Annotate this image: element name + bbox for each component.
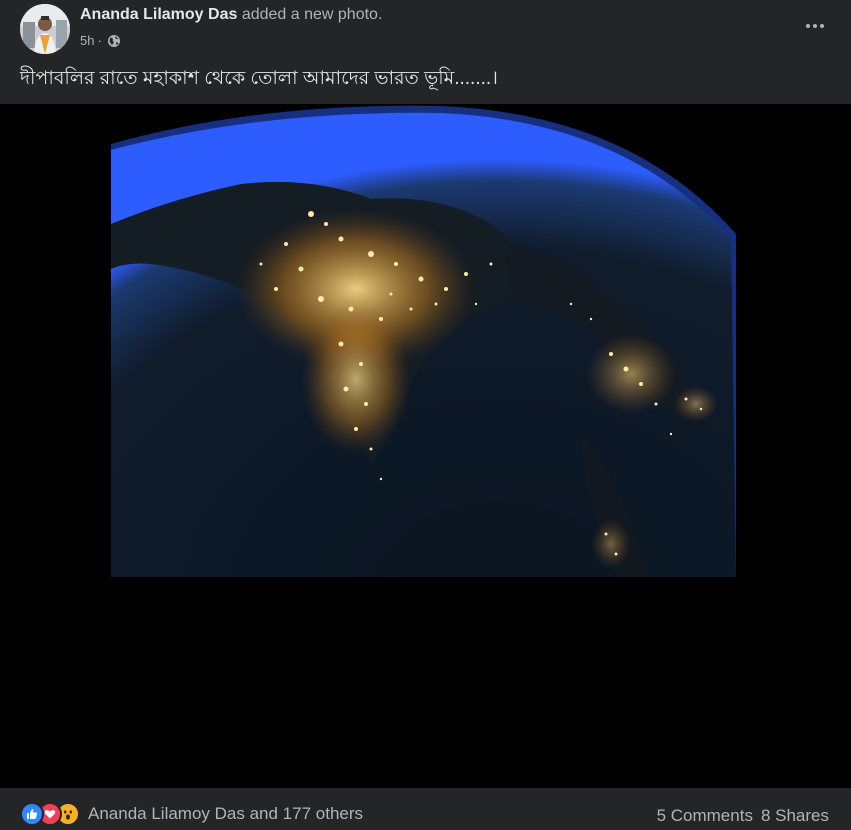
post-action-text: added a new photo. [241,6,383,23]
comments-count-link[interactable]: 5 Comments [657,806,753,826]
post-photo[interactable] [111,104,736,577]
like-icon [20,802,44,826]
author-avatar[interactable] [20,4,70,54]
post-header: Ananda Lilamoy Das added a new photo. 5h… [0,0,851,58]
reactions-summary[interactable]: Ananda Lilamoy Das and 177 others [20,802,363,826]
earth-at-night-india-icon [111,104,736,577]
post-footer: Ananda Lilamoy Das and 177 others 5 Comm… [0,792,851,830]
engagement-counts: 5 Comments 8 Shares [657,806,829,826]
post-card: Ananda Lilamoy Das added a new photo. 5h… [0,0,851,830]
globe-icon[interactable] [107,34,121,48]
more-horizontal-icon [806,24,824,28]
reactions-text[interactable]: Ananda Lilamoy Das and 177 others [88,804,363,824]
post-caption: দীপাবলির রাতে মহাকাশ থেকে তোলা আমাদের ভা… [20,68,498,89]
author-name[interactable]: Ananda Lilamoy Das [80,6,237,23]
post-options-button[interactable] [801,14,829,38]
post-meta: 5h · [80,33,121,48]
shares-count-link[interactable]: 8 Shares [761,806,829,826]
post-timestamp[interactable]: 5h [80,33,94,48]
meta-separator: · [97,33,102,48]
post-title-line: Ananda Lilamoy Das added a new photo. [80,6,382,24]
